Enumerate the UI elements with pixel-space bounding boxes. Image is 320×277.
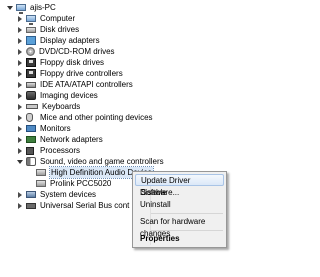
tree-item-label: DVD/CD-ROM drives <box>39 47 115 56</box>
display-adapter-icon <box>26 36 36 45</box>
collapse-arrow-icon[interactable] <box>16 90 24 101</box>
tree-root-label: ajis-PC <box>30 3 56 12</box>
collapse-arrow-icon[interactable] <box>16 101 24 112</box>
collapse-arrow-icon[interactable] <box>16 24 24 35</box>
tree-item-label: Monitors <box>40 124 71 133</box>
tree-item-disk-drives[interactable]: Disk drives <box>16 24 79 35</box>
tree-item-system-devices[interactable]: System devices <box>16 189 96 200</box>
tree-item-label: Disk drives <box>40 25 80 34</box>
processor-icon <box>26 146 34 155</box>
tree-item-mice[interactable]: Mice and other pointing devices <box>16 112 153 123</box>
collapse-arrow-icon[interactable] <box>16 57 24 68</box>
tree-item-usb[interactable]: Universal Serial Bus cont <box>16 200 129 211</box>
speaker-icon <box>26 157 36 166</box>
tree-item-floppy-drive-controllers[interactable]: Floppy drive controllers <box>16 68 123 79</box>
tree-item-label: Imaging devices <box>40 91 98 100</box>
collapse-arrow-icon[interactable] <box>16 200 24 211</box>
tree-item-label: Sound, video and game controllers <box>40 157 164 166</box>
collapse-arrow-icon[interactable] <box>16 35 24 46</box>
tree-item-floppy-disk-drives[interactable]: Floppy disk drives <box>16 57 104 68</box>
collapse-arrow-icon[interactable] <box>16 134 24 145</box>
network-adapter-icon <box>26 136 36 143</box>
menu-properties[interactable]: Properties <box>135 233 224 245</box>
disk-drive-icon <box>26 26 36 33</box>
tree-item-label: Prolink PCC5020 <box>50 179 112 188</box>
tree-root[interactable]: ajis-PC <box>6 2 56 14</box>
collapse-arrow-icon[interactable] <box>16 79 24 90</box>
tree-item-label: Processors <box>40 146 81 155</box>
collapse-arrow-icon[interactable] <box>16 46 24 57</box>
floppy-icon <box>26 58 36 67</box>
collapse-arrow-icon[interactable] <box>16 123 24 134</box>
tree-item-monitors[interactable]: Monitors <box>16 123 71 134</box>
collapse-arrow-icon[interactable] <box>16 189 24 200</box>
monitor-icon <box>26 125 36 132</box>
tree-item-keyboards[interactable]: Keyboards <box>16 101 80 112</box>
tree-item-label: System devices <box>40 190 97 199</box>
menu-update-driver[interactable]: Update Driver Software... <box>135 174 224 197</box>
collapse-arrow-icon[interactable] <box>16 13 24 24</box>
computer-icon <box>26 15 36 25</box>
tree-item-label: Floppy disk drives <box>40 58 105 67</box>
tree-item-label: Network adapters <box>40 135 103 144</box>
computer-icon <box>16 4 26 14</box>
tree-item-label: IDE ATA/ATAPI controllers <box>40 80 133 89</box>
tree-item-label: Mice and other pointing devices <box>40 113 153 122</box>
audio-device-icon <box>36 180 46 187</box>
system-devices-icon <box>26 191 36 198</box>
tree-item-label: Keyboards <box>42 102 81 111</box>
tree-item-computer[interactable]: Computer <box>16 13 76 25</box>
tree-item-sound-video[interactable]: Sound, video and game controllers <box>16 156 164 167</box>
context-menu: Update Driver Software... Disable Uninst… <box>132 171 227 248</box>
tree-item-processors[interactable]: Processors <box>16 145 80 156</box>
menu-scan-hardware[interactable]: Scan for hardware changes <box>135 216 224 238</box>
menu-uninstall[interactable]: Uninstall <box>135 199 224 211</box>
camera-icon <box>26 91 36 100</box>
expand-arrow-icon[interactable] <box>16 156 24 167</box>
tree-item-display-adapters[interactable]: Display adapters <box>16 35 100 46</box>
ide-controller-icon <box>26 81 36 88</box>
floppy-controller-icon <box>26 69 36 78</box>
menu-disable[interactable]: Disable <box>135 187 224 199</box>
menu-separator <box>151 230 223 231</box>
tree-item-network-adapters[interactable]: Network adapters <box>16 134 103 145</box>
collapse-arrow-icon[interactable] <box>16 112 24 123</box>
collapse-arrow-icon[interactable] <box>16 68 24 79</box>
tree-item-ide-controllers[interactable]: IDE ATA/ATAPI controllers <box>16 79 133 90</box>
dvd-icon <box>26 47 35 56</box>
tree-item-label: Display adapters <box>40 36 100 45</box>
tree-item-dvd-cdrom[interactable]: DVD/CD-ROM drives <box>16 46 115 57</box>
tree-item-label: Universal Serial Bus cont <box>40 201 130 210</box>
tree-item-imaging-devices[interactable]: Imaging devices <box>16 90 98 101</box>
tree-item-label: Floppy drive controllers <box>40 69 123 78</box>
audio-device-icon <box>36 169 46 176</box>
menu-separator <box>151 213 223 214</box>
expand-arrow-icon[interactable] <box>6 2 14 13</box>
usb-icon <box>26 202 36 209</box>
tree-item-label: Computer <box>40 14 76 23</box>
tree-item-prolink[interactable]: Prolink PCC5020 <box>26 178 111 189</box>
collapse-arrow-icon[interactable] <box>16 145 24 156</box>
keyboard-icon <box>26 104 38 109</box>
mouse-icon <box>26 113 33 122</box>
